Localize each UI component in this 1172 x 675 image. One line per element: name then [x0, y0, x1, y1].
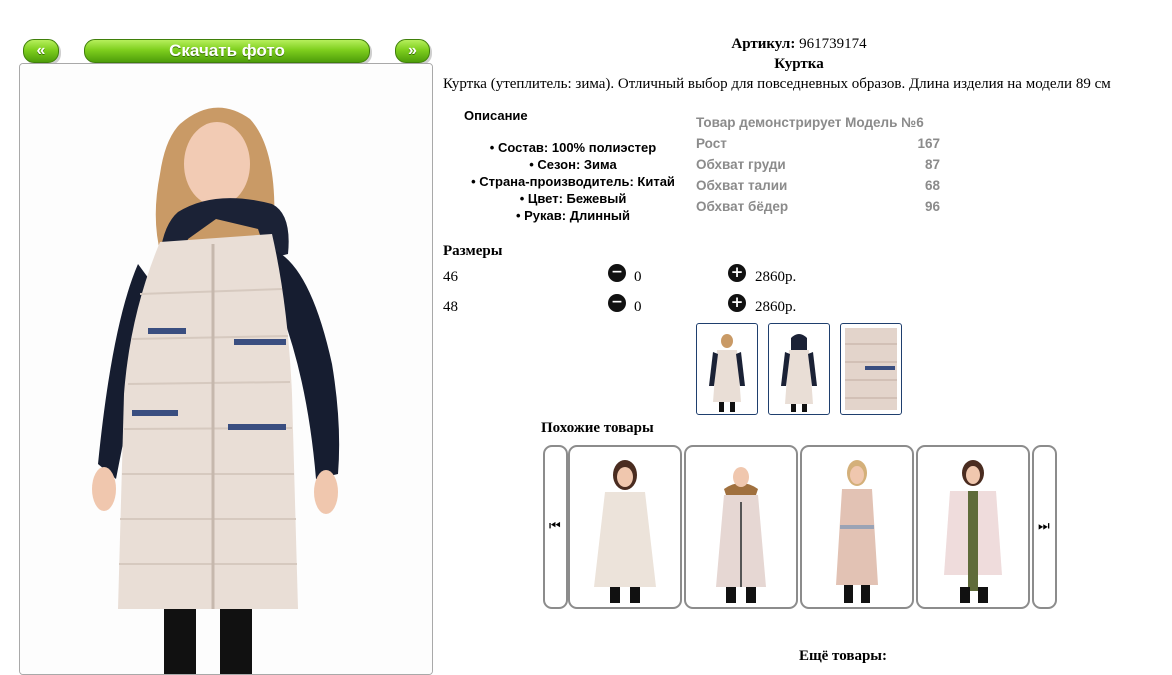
description-item: Сезон: Зима	[443, 156, 703, 173]
minus-circle-icon[interactable]: −	[608, 264, 626, 282]
similar-heading: Похожие товары	[541, 420, 654, 436]
param-value: 68	[924, 178, 940, 193]
similar-product-image	[716, 467, 766, 603]
carousel-prev-button[interactable]: ⏮	[543, 445, 568, 609]
similar-product-card[interactable]	[684, 445, 798, 609]
plus-circle-icon[interactable]: +	[728, 264, 746, 282]
skip-forward-icon: ⏭	[1038, 518, 1050, 533]
article-value: 961739174	[799, 36, 867, 52]
similar-product-image	[836, 460, 878, 603]
param-label: Обхват бёдер	[696, 199, 789, 214]
thumbnail-image	[709, 334, 745, 412]
article-line: Артикул: 961739174	[443, 36, 1155, 53]
size-price: 2860р.	[755, 299, 797, 315]
quantity-value: 0	[634, 269, 642, 285]
quantity-value: 0	[634, 299, 642, 315]
similar-product-image	[594, 460, 656, 603]
similar-product-card[interactable]	[568, 445, 682, 609]
model-parameters: Товар демонстрирует Модель №6 Рост 167 Об…	[696, 115, 940, 220]
model-in-jacket-image	[20, 64, 432, 674]
model-heading: Товар демонстрирует Модель №6	[696, 115, 924, 130]
next-photo-button[interactable]: »	[395, 39, 430, 63]
param-value: 96	[924, 199, 940, 214]
size-value: 46	[443, 269, 458, 285]
sizes-heading: Размеры	[443, 243, 503, 259]
download-photo-button[interactable]: Скачать фото	[84, 39, 370, 63]
minus-circle-icon[interactable]: −	[608, 294, 626, 312]
description-item: Состав: 100% полиэстер	[443, 139, 703, 156]
plus-circle-icon[interactable]: +	[728, 294, 746, 312]
param-row: Обхват бёдер 96	[696, 199, 940, 220]
thumbnail-image	[845, 328, 897, 410]
param-value: 167	[917, 136, 940, 151]
size-value: 48	[443, 299, 458, 315]
param-row: Обхват талии 68	[696, 178, 940, 199]
photo-thumbnail-detail[interactable]	[840, 323, 902, 415]
product-summary: Куртка (утеплитель: зима). Отличный выбо…	[443, 76, 1111, 92]
param-row: Рост 167	[696, 136, 940, 157]
param-label: Обхват груди	[696, 157, 786, 172]
prev-photo-button[interactable]: «	[23, 39, 59, 63]
similar-product-card[interactable]	[916, 445, 1030, 609]
main-product-photo	[19, 63, 433, 675]
param-label: Рост	[696, 136, 727, 151]
description-list: Состав: 100% полиэстер Сезон: Зима Стран…	[443, 139, 703, 224]
similar-product-image	[944, 460, 1002, 603]
description-item: Цвет: Бежевый	[443, 190, 703, 207]
description-item: Страна-производитель: Китай	[443, 173, 703, 190]
carousel-next-button[interactable]: ⏭	[1032, 445, 1057, 609]
photo-thumbnail-back[interactable]	[768, 323, 830, 415]
article-label: Артикул:	[731, 36, 796, 52]
description-item: Рукав: Длинный	[443, 207, 703, 224]
size-price: 2860р.	[755, 269, 797, 285]
skip-back-icon: ⏮	[549, 518, 561, 533]
param-row: Обхват груди 87	[696, 157, 940, 178]
param-value: 87	[924, 157, 940, 172]
product-title: Куртка	[774, 56, 824, 72]
photo-thumbnail-front[interactable]	[696, 323, 758, 415]
thumbnail-image	[781, 334, 817, 412]
similar-product-card[interactable]	[800, 445, 914, 609]
param-label: Обхват талии	[696, 178, 788, 193]
description-heading: Описание	[464, 108, 528, 123]
